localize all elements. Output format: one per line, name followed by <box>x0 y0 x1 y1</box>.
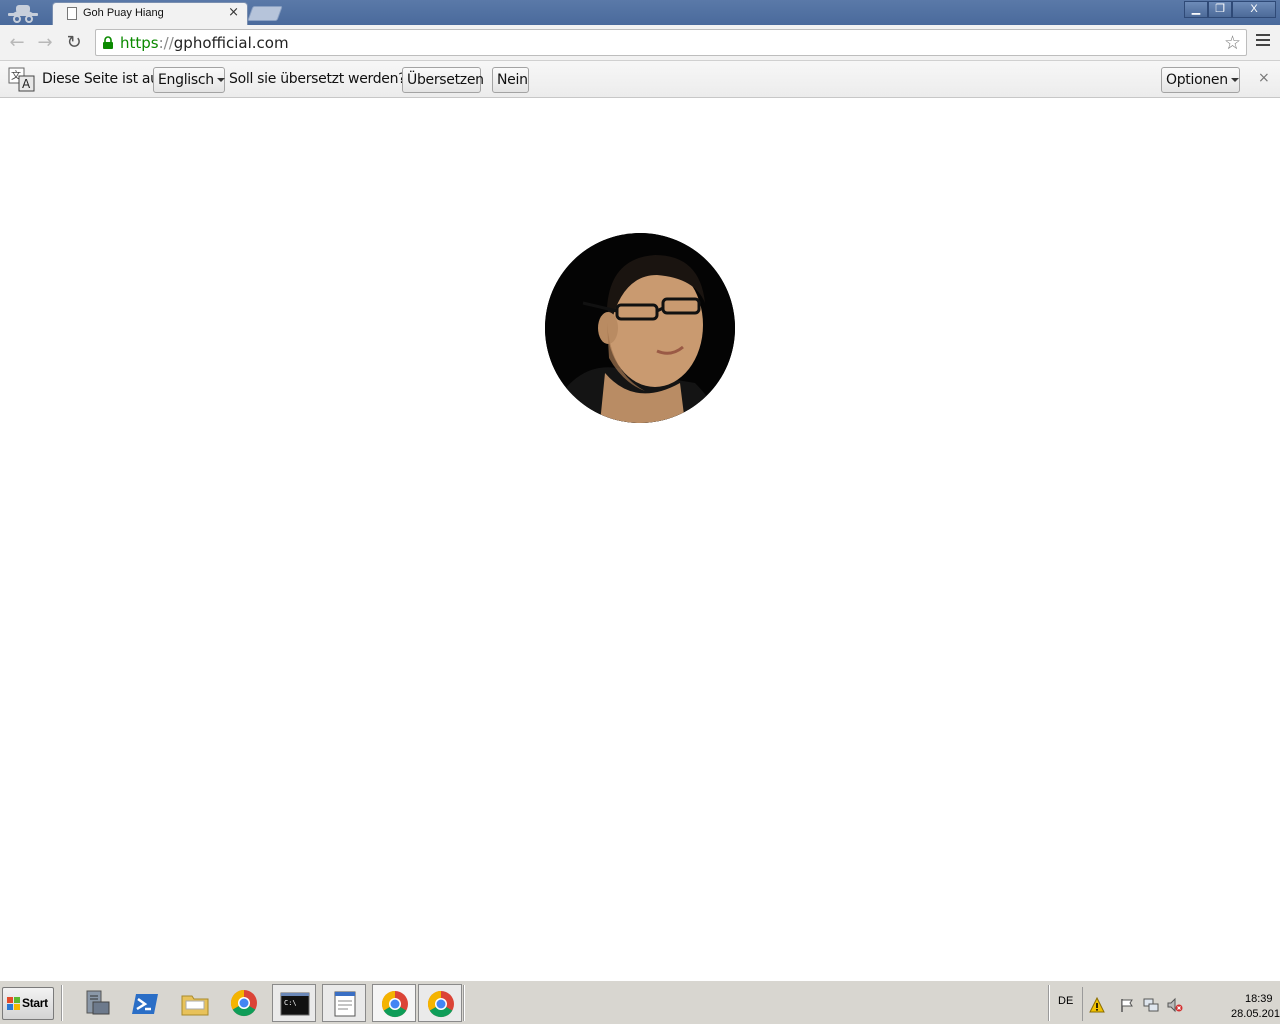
page-content <box>0 98 1280 980</box>
minimize-button[interactable]: ▁ <box>1184 1 1208 18</box>
close-translate-bar-button[interactable]: × <box>1258 70 1270 86</box>
new-tab-button[interactable] <box>247 6 283 21</box>
close-window-button[interactable]: X <box>1232 1 1276 18</box>
back-button[interactable]: ← <box>6 32 28 54</box>
taskbar-divider <box>463 985 465 1021</box>
action-center-flag-icon[interactable] <box>1119 997 1135 1013</box>
svg-text:A: A <box>22 77 31 91</box>
language-indicator[interactable]: DE <box>1058 995 1073 1007</box>
warning-icon[interactable] <box>1089 997 1105 1013</box>
translate-prefix: Diese Seite ist auf <box>42 71 164 87</box>
tab-close-button[interactable]: × <box>228 5 239 20</box>
svg-text:C:\: C:\ <box>284 999 297 1007</box>
maximize-button[interactable]: ❐ <box>1208 1 1232 18</box>
address-bar[interactable]: https://gphofficial.com ☆ <box>95 29 1247 56</box>
options-button[interactable]: Optionen <box>1161 67 1240 93</box>
translate-question: Soll sie übersetzt werden? <box>229 71 406 87</box>
server-manager-icon[interactable] <box>74 984 118 1022</box>
notepad-icon[interactable] <box>322 984 366 1022</box>
title-bar: Goh Puay Hiang × ▁ ❐ X <box>0 0 1280 26</box>
tab-title: Goh Puay Hiang <box>83 7 164 19</box>
file-explorer-icon[interactable] <box>173 984 217 1022</box>
reload-button[interactable]: ↻ <box>63 32 85 54</box>
chrome-icon[interactable] <box>372 984 416 1022</box>
start-label: Start <box>22 996 48 1010</box>
translate-icon: 文 A <box>8 67 35 92</box>
chrome-icon[interactable] <box>222 984 266 1022</box>
language-select[interactable]: Englisch <box>153 67 225 93</box>
browser-toolbar: ← → ↻ https://gphofficial.com ☆ <box>0 25 1280 61</box>
page-icon <box>67 7 77 20</box>
incognito-icon <box>8 5 38 23</box>
clock-date[interactable]: 28.05.2018 <box>1231 1008 1280 1020</box>
menu-icon[interactable] <box>1256 34 1270 50</box>
system-tray: DE 18:39 28.05.2018 <box>1048 985 1280 1021</box>
tab-active[interactable]: Goh Puay Hiang × <box>52 2 248 26</box>
cmd-icon[interactable]: C:\ <box>272 984 316 1022</box>
url-separator: :// <box>158 34 174 52</box>
bookmark-star-icon[interactable]: ☆ <box>1224 32 1241 54</box>
chevron-down-icon <box>216 78 225 82</box>
url-scheme: https <box>120 34 159 52</box>
taskbar-divider <box>61 985 63 1021</box>
forward-button[interactable]: → <box>34 32 56 54</box>
start-button[interactable]: Start <box>2 987 54 1020</box>
tray-divider <box>1048 985 1050 1021</box>
language-value: Englisch <box>158 72 214 88</box>
taskbar: Start C:\ DE 18:39 28.05.2018 <box>0 980 1280 1024</box>
translate-button[interactable]: Übersetzen <box>402 67 484 93</box>
avatar <box>545 233 735 423</box>
volume-muted-icon[interactable] <box>1167 997 1183 1013</box>
chevron-down-icon <box>1230 78 1239 82</box>
powershell-icon[interactable] <box>123 984 167 1022</box>
options-label: Optionen <box>1166 72 1228 88</box>
lock-icon <box>103 36 113 49</box>
windows-logo-icon <box>7 997 20 1010</box>
network-icon[interactable] <box>1143 997 1159 1013</box>
no-button[interactable]: Nein <box>492 67 529 93</box>
url-host: gphofficial.com <box>173 34 289 52</box>
chrome-icon[interactable] <box>418 984 462 1022</box>
portrait-photo-icon <box>545 233 735 423</box>
clock-time[interactable]: 18:39 <box>1245 993 1273 1005</box>
url-text[interactable]: https://gphofficial.com <box>120 34 289 52</box>
translate-bar: 文 A Diese Seite ist auf Englisch Soll si… <box>0 61 1280 98</box>
tray-icons: 18:39 28.05.2018 <box>1082 987 1280 1021</box>
